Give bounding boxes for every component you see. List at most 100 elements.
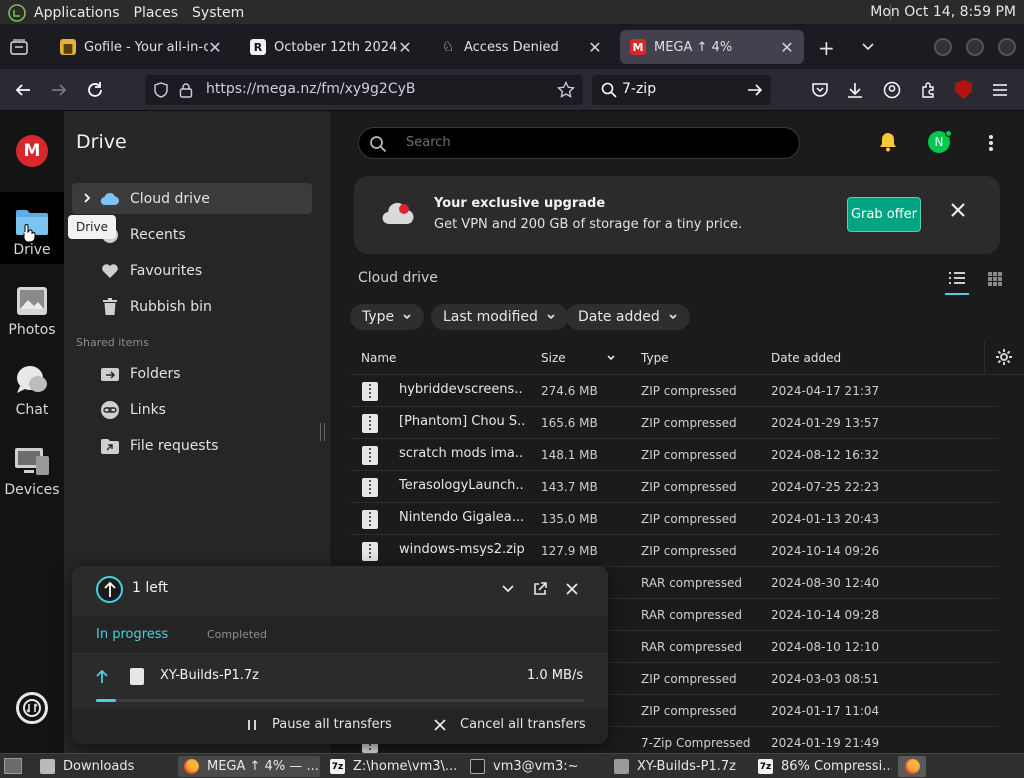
grab-offer-button[interactable]: Grab offer xyxy=(847,197,921,232)
ublock-origin-icon[interactable] xyxy=(955,80,972,99)
filter-date-added[interactable]: Date added xyxy=(566,304,690,330)
taskbar-item-terminal[interactable]: vm3@vm3:~ xyxy=(464,756,604,777)
file-type: RAR compressed xyxy=(641,576,743,590)
tab-mega[interactable]: M MEGA ↑ 4% ✕ xyxy=(620,30,804,64)
close-tab-icon[interactable]: ✕ xyxy=(780,38,794,57)
chevron-down-icon xyxy=(547,314,555,320)
new-tab-icon[interactable]: + xyxy=(818,36,835,60)
rail-item-photos[interactable]: Photos xyxy=(0,272,64,344)
taskbar-item-firefox[interactable]: MEGA ↑ 4% — ... xyxy=(178,756,320,777)
sort-desc-chevron-icon[interactable] xyxy=(606,353,616,363)
url-bar[interactable]: https://mega.nz/fm/xy9g2CyB xyxy=(145,75,583,105)
reload-icon[interactable] xyxy=(86,81,104,99)
close-icon xyxy=(434,718,446,731)
rail-item-label: Photos xyxy=(8,322,56,338)
pocket-icon[interactable] xyxy=(811,81,829,99)
sidebar-item-rubbish-bin[interactable]: Rubbish bin xyxy=(72,291,312,322)
column-name[interactable]: Name xyxy=(361,351,396,365)
account-icon[interactable] xyxy=(883,81,901,99)
filter-type[interactable]: Type xyxy=(350,304,425,330)
search-go-arrow-icon[interactable] xyxy=(747,82,763,98)
taskbar-item-7zip-compress[interactable]: 7z 86% Compressi... xyxy=(752,756,892,777)
tab-in-progress[interactable]: In progress xyxy=(96,627,168,642)
mega-logo-icon[interactable]: M xyxy=(16,135,48,167)
sidebar-item-file-requests[interactable]: File requests xyxy=(72,430,312,461)
more-vertical-icon[interactable] xyxy=(988,134,994,152)
access-denied-icon: ♘ xyxy=(441,39,455,55)
filter-last-modified[interactable]: Last modified xyxy=(431,304,568,330)
table-row[interactable]: TerasologyLaunch... 143.7 MB ZIP compresse… xyxy=(350,471,998,503)
table-row[interactable]: windows-msys2.zip 127.9 MB ZIP compressed 2… xyxy=(350,535,998,567)
tab-list-icon[interactable] xyxy=(10,39,28,55)
column-type[interactable]: Type xyxy=(641,351,669,365)
table-row[interactable]: [Phantom] Chou S... 165.6 MB ZIP compresse… xyxy=(350,407,998,439)
bell-icon[interactable] xyxy=(878,132,898,152)
show-desktop-icon[interactable] xyxy=(4,758,22,774)
hamburger-menu-icon[interactable] xyxy=(991,81,1009,99)
forward-arrow-icon[interactable] xyxy=(50,81,68,99)
column-size[interactable]: Size xyxy=(541,351,566,365)
close-window-icon[interactable] xyxy=(998,38,1016,56)
link-icon xyxy=(100,400,120,420)
applications-menu[interactable]: Applications xyxy=(34,5,120,21)
minimize-window-icon[interactable] xyxy=(934,38,952,56)
sidebar-item-links[interactable]: Links xyxy=(72,394,312,425)
search-input[interactable]: Search xyxy=(358,127,800,159)
taskbar-item-xy-builds[interactable]: XY-Builds-P1.7z xyxy=(608,756,748,777)
tab-overflow-chevron-icon[interactable] xyxy=(860,38,876,54)
maximize-window-icon[interactable] xyxy=(966,38,984,56)
sidebar-item-favourites[interactable]: Favourites xyxy=(72,255,312,286)
places-menu[interactable]: Places xyxy=(134,5,179,21)
popout-icon[interactable] xyxy=(533,582,547,596)
downloads-icon[interactable] xyxy=(846,81,864,99)
taskbar-item-downloads[interactable]: Downloads xyxy=(34,756,174,777)
transfer-status-icon[interactable] xyxy=(16,692,48,724)
mint-logo-icon[interactable] xyxy=(8,3,26,22)
rail-item-chat[interactable]: Chat xyxy=(0,352,64,424)
file-date-added: 2024-07-25 22:23 xyxy=(771,480,880,494)
pause-all-button[interactable]: Pause all transfers xyxy=(246,717,392,732)
table-row[interactable]: Nintendo Gigalea... 135.0 MB ZIP compresse… xyxy=(350,503,998,535)
tab-access-denied[interactable]: ♘ Access Denied ✕ xyxy=(430,30,612,64)
grid-view-icon[interactable] xyxy=(988,272,1002,286)
taskbar-item-label: XY-Builds-P1.7z xyxy=(637,759,736,774)
tray-firefox-icon[interactable] xyxy=(898,756,926,777)
cancel-all-button[interactable]: Cancel all transfers xyxy=(434,717,586,732)
table-row[interactable]: scratch mods ima... 148.1 MB ZIP compresse… xyxy=(350,439,998,471)
heart-icon xyxy=(100,261,120,281)
column-date-added[interactable]: Date added xyxy=(771,351,841,365)
rail-item-label: Drive xyxy=(13,242,51,258)
gear-icon[interactable] xyxy=(996,349,1012,365)
clock[interactable]: Mon Oct 14, 8:59 PM xyxy=(870,4,1016,20)
zip-file-icon xyxy=(362,414,378,433)
transfer-manager-panel: 1 left In progress Completed XY-Builds-P… xyxy=(72,566,608,744)
bookmark-star-icon[interactable] xyxy=(557,81,575,99)
list-view-button[interactable] xyxy=(945,271,969,295)
taskbar-item-7zip-fm[interactable]: 7z Z:\home\vm3\... xyxy=(324,756,460,777)
system-menu[interactable]: System xyxy=(192,5,244,21)
chevron-right-icon[interactable] xyxy=(82,193,92,203)
mega-app: M Drive Photos Chat Devices Drive Drive xyxy=(0,111,1024,753)
tracking-shield-icon[interactable] xyxy=(153,82,169,98)
sidebar-resize-handle[interactable] xyxy=(320,423,325,441)
search-bar[interactable]: 7-zip xyxy=(592,75,771,105)
close-tab-icon[interactable]: ✕ xyxy=(398,38,412,57)
sidebar-item-folders[interactable]: Folders xyxy=(72,358,312,389)
close-icon[interactable] xyxy=(566,583,578,595)
table-row[interactable]: hybriddevscreens... 274.6 MB ZIP compresse… xyxy=(350,375,998,407)
firefox-icon xyxy=(184,759,199,774)
tab-october[interactable]: R October 12th 2024 Fre ✕ xyxy=(240,30,422,64)
close-tab-icon[interactable]: ✕ xyxy=(208,38,222,57)
close-banner-icon[interactable] xyxy=(950,202,966,218)
rail-item-devices[interactable]: Devices xyxy=(0,432,64,504)
file-date-added: 2024-08-12 16:32 xyxy=(771,448,880,462)
tab-completed[interactable]: Completed xyxy=(207,628,267,641)
extensions-puzzle-icon[interactable] xyxy=(920,81,938,99)
tab-gofile[interactable]: ▆ Gofile - Your all-in-one ✕ xyxy=(50,30,232,64)
transfer-row[interactable]: XY-Builds-P1.7z 1.0 MB/s xyxy=(72,654,608,704)
collapse-chevron-icon[interactable] xyxy=(501,584,515,594)
lock-icon[interactable] xyxy=(179,82,193,98)
close-tab-icon[interactable]: ✕ xyxy=(588,38,602,57)
back-arrow-icon[interactable] xyxy=(14,81,32,99)
sidebar-item-cloud-drive[interactable]: Cloud drive xyxy=(72,183,312,214)
